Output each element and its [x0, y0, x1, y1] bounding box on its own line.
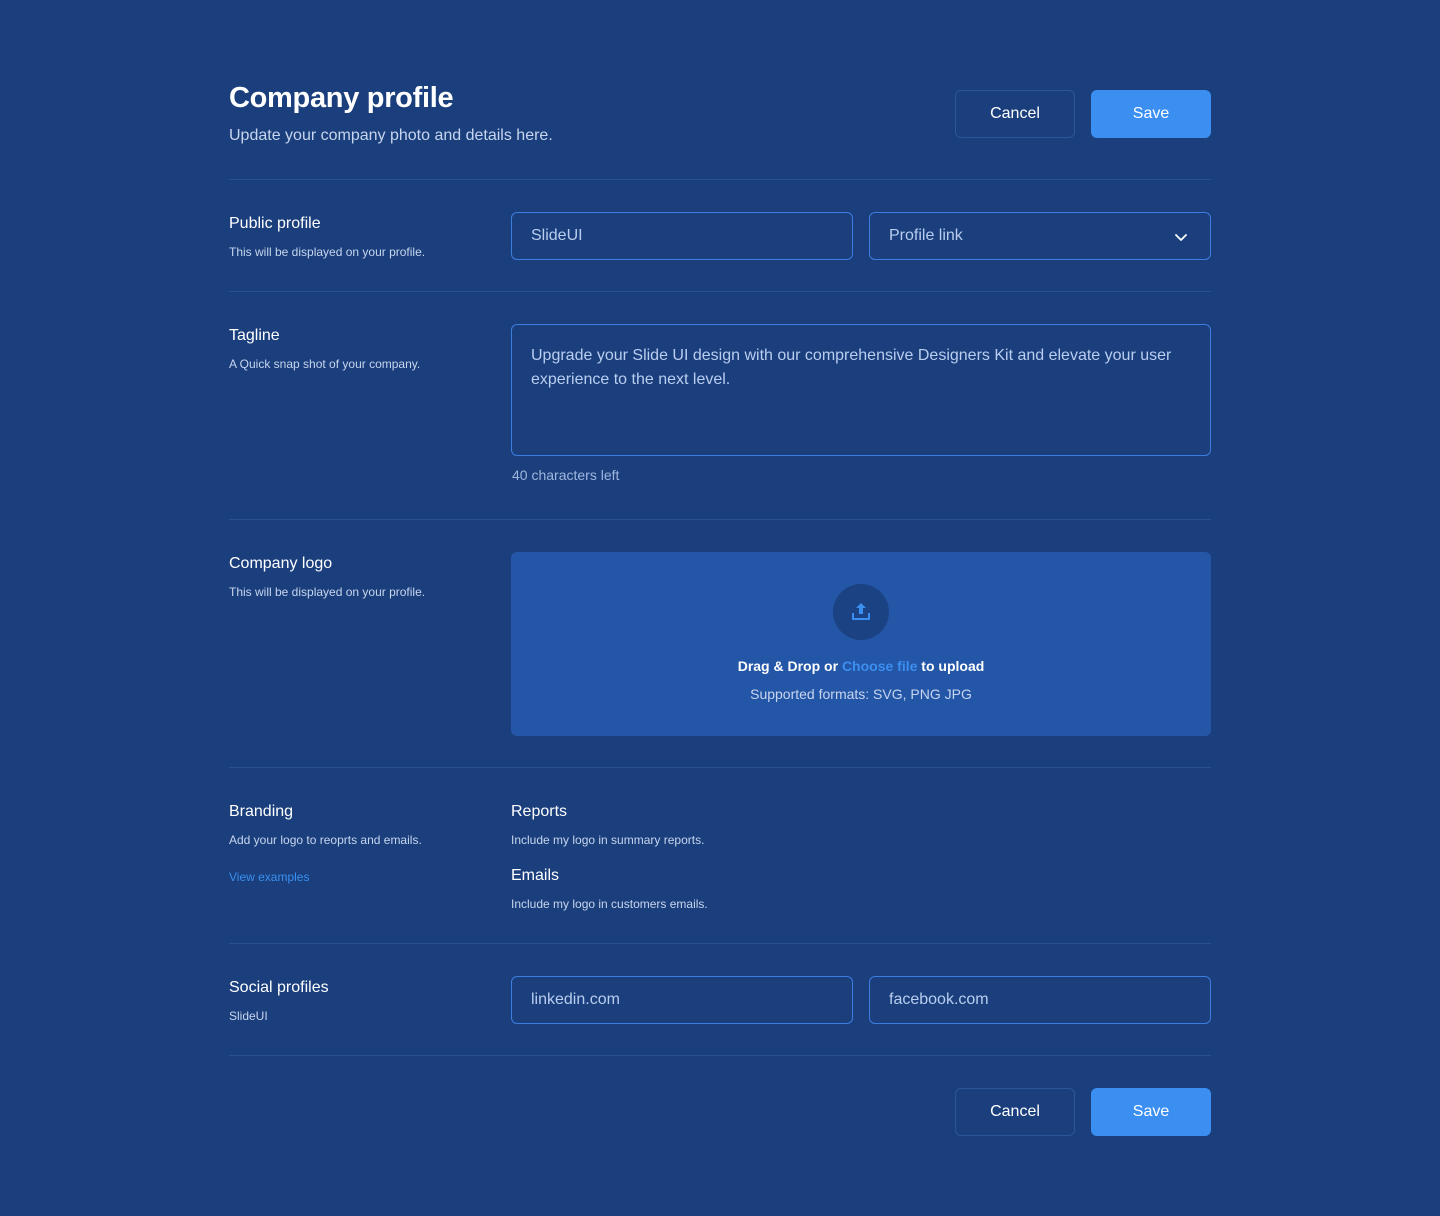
upload-instructions: Drag & Drop or Choose file to upload — [511, 658, 1211, 674]
company-name-value: SlideUI — [531, 227, 583, 244]
company-name-input[interactable]: SlideUI — [511, 212, 853, 260]
choose-file-link[interactable]: Choose file — [842, 658, 917, 674]
page-title: Company profile — [229, 82, 454, 114]
facebook-value: facebook.com — [889, 991, 989, 1008]
upload-icon — [852, 603, 870, 620]
section-title: Public profile — [229, 215, 321, 232]
divider — [229, 519, 1211, 520]
profile-link-placeholder: Profile link — [889, 227, 963, 244]
divider — [229, 291, 1211, 292]
footer-cancel-button[interactable]: Cancel — [955, 1088, 1075, 1136]
section-title: Tagline — [229, 327, 280, 344]
linkedin-value: linkedin.com — [531, 991, 620, 1008]
company-profile-page: Company profile Update your company phot… — [0, 0, 1440, 1216]
section-description: SlideUI — [229, 1009, 268, 1023]
linkedin-input[interactable]: linkedin.com — [511, 976, 853, 1024]
logo-upload-dropzone[interactable]: Drag & Drop or Choose file to upload Sup… — [511, 552, 1211, 736]
footer-save-button[interactable]: Save — [1091, 1088, 1211, 1136]
section-description: This will be displayed on your profile. — [229, 245, 426, 259]
divider — [229, 767, 1211, 768]
cancel-button[interactable]: Cancel — [955, 90, 1075, 138]
section-title: Social profiles — [229, 979, 329, 996]
section-title: Branding — [229, 803, 294, 820]
characters-left-helper: 40 characters left — [512, 467, 620, 483]
drag-drop-text: Drag & Drop or — [737, 658, 839, 674]
to-upload-text: to upload — [921, 658, 985, 674]
section-title: Company logo — [229, 555, 333, 572]
page-header: Company profile Update your company phot… — [229, 80, 1211, 180]
divider — [229, 179, 1211, 180]
chevron-down-icon — [1175, 234, 1187, 241]
upload-icon-circle[interactable] — [833, 584, 889, 640]
section-description: Add your logo to reoprts and emails. — [229, 833, 422, 847]
facebook-input[interactable]: facebook.com — [869, 976, 1211, 1024]
section-description: A Quick snap shot of your company. — [229, 357, 421, 371]
emails-option-title[interactable]: Emails — [511, 867, 559, 885]
emails-option-description: Include my logo in customers emails. — [511, 897, 708, 911]
profile-link-select[interactable]: Profile link — [869, 212, 1211, 260]
divider — [229, 943, 1211, 944]
save-button[interactable]: Save — [1091, 90, 1211, 138]
reports-option-title[interactable]: Reports — [511, 803, 567, 821]
page-subtitle: Update your company photo and details he… — [229, 127, 553, 144]
tagline-textarea[interactable]: Upgrade your Slide UI design with our co… — [511, 324, 1211, 456]
supported-formats: Supported formats: SVG, PNG JPG — [750, 686, 972, 702]
divider — [229, 1055, 1211, 1056]
view-examples-link[interactable]: View examples — [229, 870, 309, 884]
reports-option-description: Include my logo in summary reports. — [511, 833, 705, 847]
section-description: This will be displayed on your profile. — [229, 585, 426, 599]
